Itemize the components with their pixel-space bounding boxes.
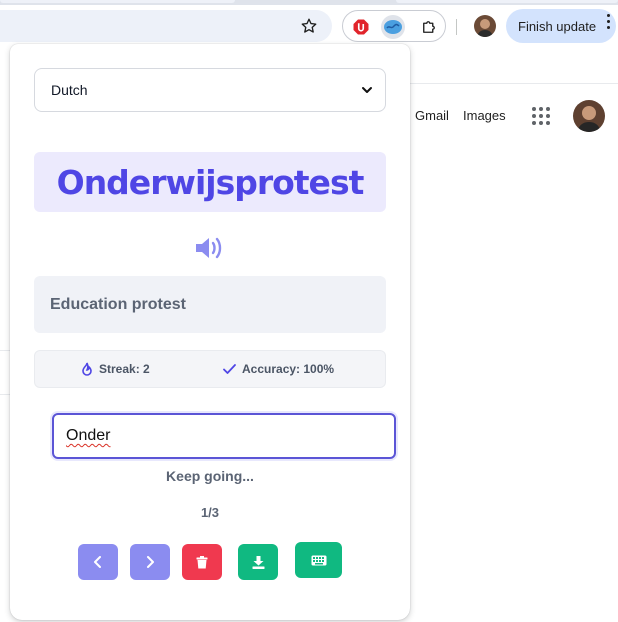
extension-popup: Dutch Onderwijsprotest Education protest… xyxy=(10,44,410,620)
images-link[interactable]: Images xyxy=(463,108,506,123)
language-select[interactable]: Dutch xyxy=(34,68,386,112)
accuracy-label: Accuracy: 100% xyxy=(242,362,335,376)
tab[interactable] xyxy=(0,0,235,3)
answer-input[interactable]: Onder xyxy=(52,413,396,459)
language-select-value: Dutch xyxy=(51,82,88,98)
page-divider xyxy=(410,83,618,84)
translation-text: Education protest xyxy=(50,295,187,313)
check-icon xyxy=(223,364,236,374)
chevron-left-icon xyxy=(94,556,101,568)
extensions-menu-button[interactable] xyxy=(417,15,441,39)
browser-menu-icon[interactable] xyxy=(607,14,610,29)
chevron-right-icon xyxy=(147,556,154,568)
next-button[interactable] xyxy=(130,544,170,580)
download-button[interactable] xyxy=(238,544,278,580)
gmail-link[interactable]: Gmail xyxy=(415,108,449,123)
keyboard-icon xyxy=(311,555,326,565)
answer-input-value: Onder xyxy=(66,427,111,444)
tab[interactable] xyxy=(396,0,618,3)
page-search-edge xyxy=(0,350,10,395)
browser-toolbar: Finish update xyxy=(0,5,618,45)
download-icon xyxy=(252,555,264,569)
finish-update-label: Finish update xyxy=(518,18,597,34)
word-card: Onderwijsprotest xyxy=(34,152,386,212)
adblock-extension-button[interactable] xyxy=(349,15,373,39)
star-icon xyxy=(301,18,317,33)
speaker-icon xyxy=(196,237,222,259)
profile-avatar[interactable] xyxy=(474,15,496,37)
google-account-avatar[interactable] xyxy=(573,100,605,132)
chevron-down-icon xyxy=(362,87,372,93)
finish-update-button[interactable]: Finish update xyxy=(506,9,616,43)
google-apps-icon[interactable] xyxy=(532,107,550,125)
trash-icon xyxy=(196,555,208,568)
avatar-image xyxy=(474,15,496,37)
target-word: Onderwijsprotest xyxy=(56,162,365,202)
stats-bar: Streak: 2 Accuracy: 100% xyxy=(34,350,386,388)
previous-button[interactable] xyxy=(78,544,118,580)
language-extension-button[interactable] xyxy=(381,15,405,39)
translation-box: Education protest xyxy=(34,276,386,333)
address-bar[interactable] xyxy=(0,10,332,42)
puzzle-icon xyxy=(423,21,435,33)
adblock-icon xyxy=(353,19,369,35)
streak-stat: Streak: 2 xyxy=(81,362,150,376)
pronounce-button[interactable] xyxy=(194,234,226,262)
delete-button[interactable] xyxy=(182,544,222,580)
bookmark-star-button[interactable] xyxy=(296,13,322,39)
toolbar-divider xyxy=(456,19,457,35)
avatar-image xyxy=(573,100,605,132)
extensions-group xyxy=(342,10,446,42)
language-extension-icon xyxy=(384,20,402,34)
progress-counter: 1/3 xyxy=(200,505,220,520)
feedback-text: Keep going... xyxy=(166,468,254,484)
streak-label: Streak: 2 xyxy=(99,362,150,376)
keyboard-button[interactable] xyxy=(295,542,342,578)
flame-icon xyxy=(82,362,92,376)
accuracy-stat: Accuracy: 100% xyxy=(223,362,334,376)
